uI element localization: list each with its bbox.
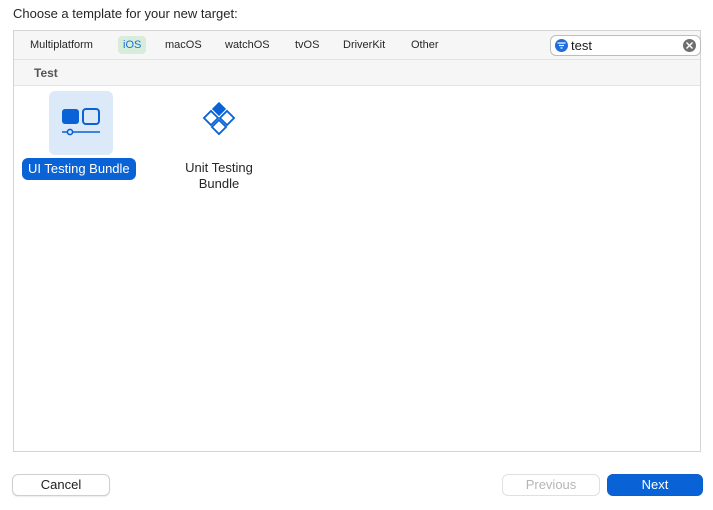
filter-icon[interactable] xyxy=(555,39,568,52)
tab-multiplatform[interactable]: Multiplatform xyxy=(25,36,98,54)
unit-testing-bundle-label[interactable]: Unit Testing Bundle xyxy=(154,160,284,192)
tab-watchos[interactable]: watchOS xyxy=(220,36,275,54)
unit-testing-bundle-icon[interactable] xyxy=(187,91,251,155)
tab-tvos[interactable]: tvOS xyxy=(290,36,324,54)
ui-testing-bundle-icon[interactable] xyxy=(49,91,113,155)
clear-icon[interactable] xyxy=(683,39,696,52)
search-field[interactable] xyxy=(550,35,701,56)
cancel-button[interactable]: Cancel xyxy=(12,474,110,496)
unit-testing-label-line1: Unit Testing xyxy=(185,160,253,175)
tab-driverkit[interactable]: DriverKit xyxy=(338,36,390,54)
platform-tab-bar: Multiplatform iOS macOS watchOS tvOS Dri… xyxy=(14,31,701,60)
previous-button[interactable]: Previous xyxy=(502,474,600,496)
template-panel: Multiplatform iOS macOS watchOS tvOS Dri… xyxy=(13,30,701,452)
section-title: Test xyxy=(34,66,58,80)
tab-other[interactable]: Other xyxy=(406,36,444,54)
next-button[interactable]: Next xyxy=(607,474,703,496)
search-input[interactable] xyxy=(571,37,681,54)
unit-testing-label-line2: Bundle xyxy=(198,176,240,191)
dialog-heading: Choose a template for your new target: xyxy=(13,6,238,21)
tab-ios[interactable]: iOS xyxy=(118,36,147,54)
ui-testing-bundle-label[interactable]: UI Testing Bundle xyxy=(22,158,136,180)
section-header: Test xyxy=(14,60,700,86)
tab-macos[interactable]: macOS xyxy=(160,36,207,54)
